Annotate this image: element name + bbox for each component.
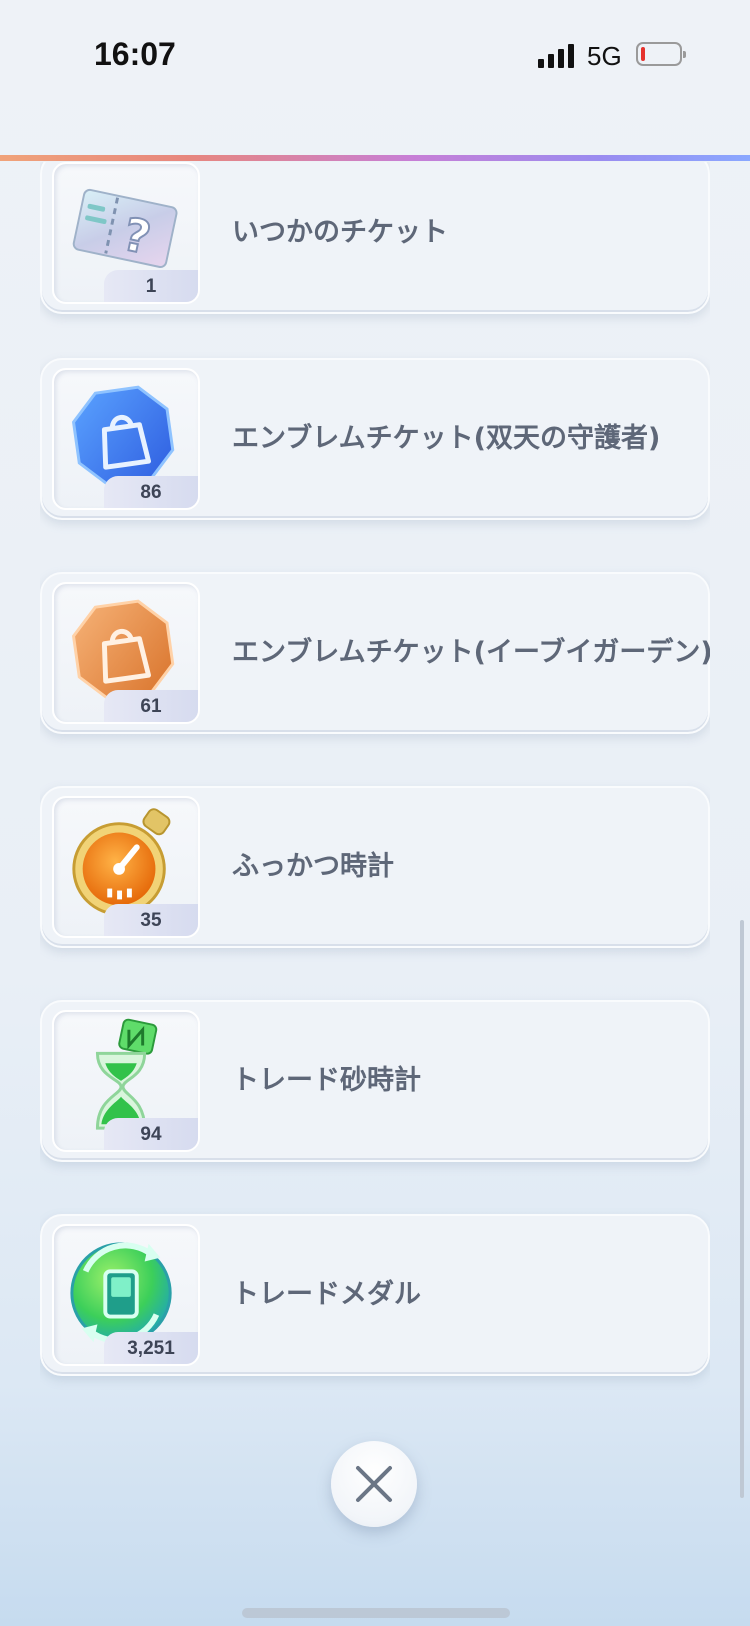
header-divider bbox=[0, 155, 750, 161]
signal-icon bbox=[538, 44, 576, 68]
item-count: 3,251 bbox=[104, 1332, 198, 1364]
battery-level bbox=[641, 47, 645, 61]
item-icon-box: 86 bbox=[52, 368, 200, 510]
item-name: ふっかつ時計 bbox=[232, 851, 394, 882]
item-count: 94 bbox=[104, 1118, 198, 1150]
status-bar: 16:07 5G bbox=[0, 0, 750, 110]
item-icon-box: 94 bbox=[52, 1010, 200, 1152]
item-count: 86 bbox=[104, 476, 198, 508]
item-icon-box: 3,251 bbox=[52, 1224, 200, 1366]
item-count: 1 bbox=[104, 270, 198, 302]
scrollbar[interactable] bbox=[740, 920, 744, 1498]
battery-icon bbox=[636, 42, 686, 66]
item-icon-box: 61 bbox=[52, 582, 200, 724]
item-name: トレードメダル bbox=[232, 1279, 421, 1310]
status-time: 16:07 bbox=[94, 36, 176, 72]
item-list[interactable]: ? 1 いつかのチケット 86 エンブレムチケット(双天の守護者) 61 エンブ… bbox=[40, 162, 710, 1404]
item-icon-box: 35 bbox=[52, 796, 200, 938]
header-area bbox=[0, 110, 750, 156]
item-count: 61 bbox=[104, 690, 198, 722]
item-icon-box: ? 1 bbox=[52, 162, 200, 304]
list-item[interactable]: 3,251 トレードメダル bbox=[40, 1214, 710, 1376]
item-count: 35 bbox=[104, 904, 198, 936]
home-indicator[interactable] bbox=[242, 1608, 510, 1618]
item-name: いつかのチケット bbox=[232, 217, 448, 248]
list-item[interactable]: 61 エンブレムチケット(イーブイガーデン) bbox=[40, 572, 710, 734]
network-label: 5G bbox=[587, 41, 622, 71]
close-icon bbox=[356, 1466, 392, 1502]
list-item[interactable]: 35 ふっかつ時計 bbox=[40, 786, 710, 948]
close-button[interactable] bbox=[331, 1441, 417, 1527]
list-item[interactable]: ? 1 いつかのチケット bbox=[40, 162, 710, 314]
item-name: エンブレムチケット(イーブイガーデン) bbox=[232, 637, 710, 668]
list-item[interactable]: 94 トレード砂時計 bbox=[40, 1000, 710, 1162]
item-name: エンブレムチケット(双天の守護者) bbox=[232, 423, 661, 454]
list-item[interactable]: 86 エンブレムチケット(双天の守護者) bbox=[40, 358, 710, 520]
item-name: トレード砂時計 bbox=[232, 1065, 421, 1096]
